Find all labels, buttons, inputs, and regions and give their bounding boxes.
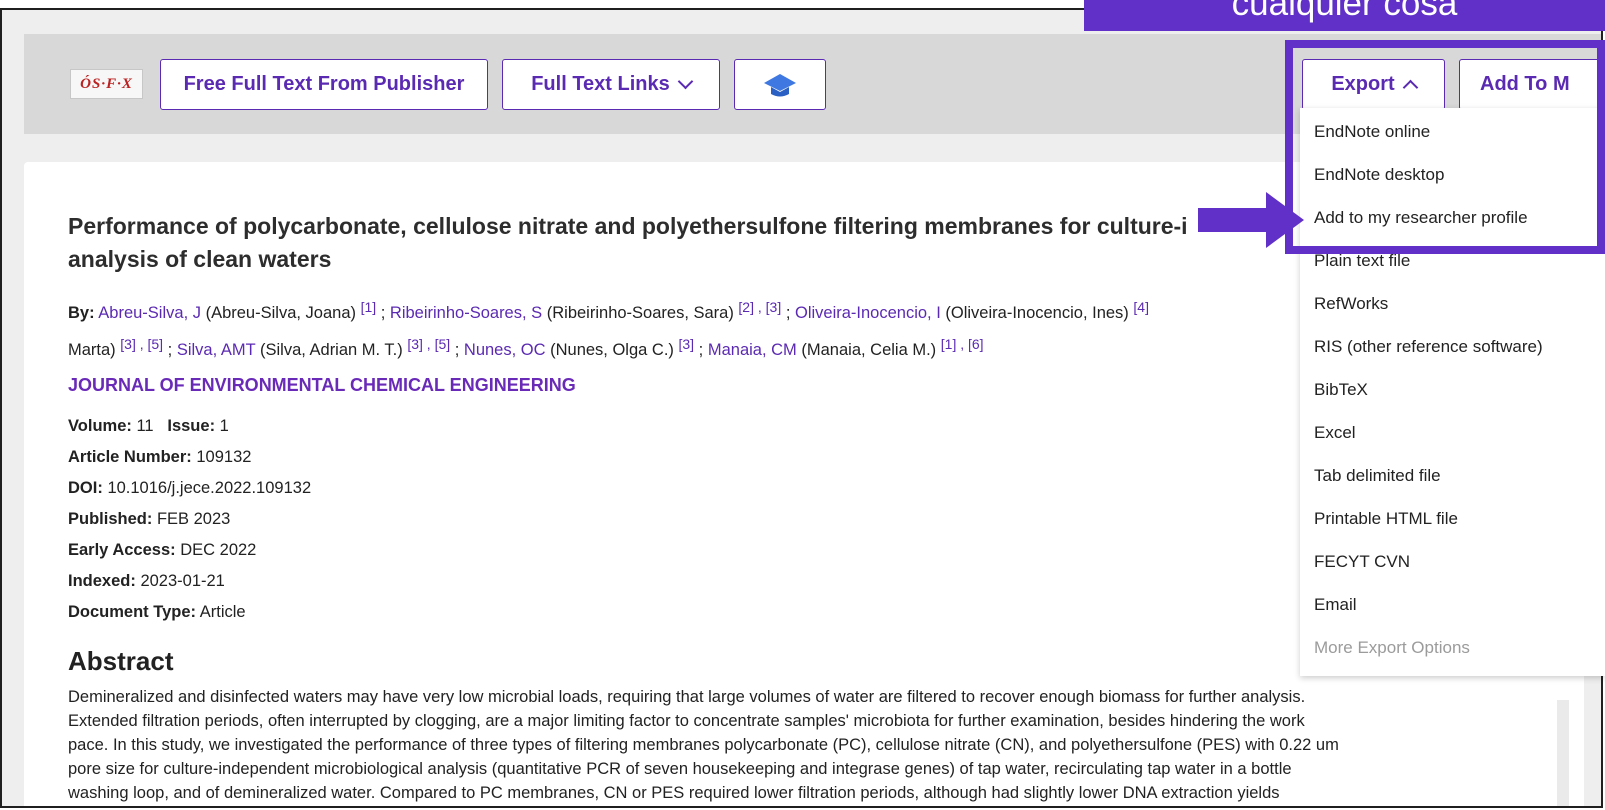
article-title-line-2: analysis of clean waters (68, 246, 332, 272)
doi-row: DOI: 10.1016/j.jece.2022.109132 (68, 473, 311, 504)
full-text-links-button[interactable]: Full Text Links (502, 59, 720, 110)
metadata-list: Volume: 11 Issue: 1 Article Number: 1091… (68, 411, 311, 628)
author-affiliation-refs[interactable]: [4] (1133, 299, 1149, 315)
document-type-row: Document Type: Article (68, 597, 311, 628)
published-row: Published: FEB 2023 (68, 504, 311, 535)
chevron-down-icon (677, 73, 694, 90)
annotation-caption-text: cualquier cosa (1231, 0, 1458, 23)
author-fullname: (Oliveira-Inocencio, Ines) (940, 304, 1134, 322)
indexed-value: 2023-01-21 (140, 572, 225, 590)
author-fullname: (Manaia, Celia M.) (796, 341, 941, 359)
mortarboard-icon (764, 73, 796, 96)
authors-line-1: By: Abreu-Silva, J (Abreu-Silva, Joana) … (68, 292, 1298, 329)
published-label: Published: (68, 510, 153, 528)
indexed-row: Indexed: 2023-01-21 (68, 566, 311, 597)
export-option-fecyt-cvn[interactable]: FECYT CVN (1314, 552, 1410, 572)
author-link[interactable]: Abreu-Silva, J (98, 304, 201, 322)
author-sep: ; (781, 304, 795, 322)
doi-value: 10.1016/j.jece.2022.109132 (107, 479, 312, 497)
author-link[interactable]: Silva, AMT (177, 341, 256, 359)
early-access-value: DEC 2022 (180, 541, 257, 559)
sfx-logo-button[interactable]: ÓS·F·X (70, 69, 143, 99)
doi-label: DOI: (68, 479, 103, 497)
article-number-row: Article Number: 109132 (68, 442, 311, 473)
author-affiliation-refs[interactable]: [3] , [5] (120, 336, 163, 352)
abstract-line: Extended filtration periods, often inter… (68, 712, 1305, 730)
abstract-line: washing loop, and of demineralized water… (68, 784, 1280, 802)
free-full-text-button[interactable]: Free Full Text From Publisher (160, 59, 488, 110)
author-affiliation-refs[interactable]: [3] (679, 336, 695, 352)
volume-label: Volume: (68, 417, 132, 435)
export-dropdown-menu: EndNote online EndNote desktop Add to my… (1300, 108, 1605, 676)
authors-line-2: Marta) [3] , [5] ; Silva, AMT (Silva, Ad… (68, 336, 984, 359)
export-option-refworks[interactable]: RefWorks (1314, 294, 1388, 314)
early-access-row: Early Access: DEC 2022 (68, 535, 311, 566)
article-title-line-1: Performance of polycarbonate, cellulose … (68, 213, 1188, 239)
author-fullname: (Nunes, Olga C.) (545, 341, 679, 359)
volume-issue-row: Volume: 11 Issue: 1 (68, 411, 311, 442)
export-option-plain-text[interactable]: Plain text file (1314, 251, 1410, 271)
author-fullname: Marta) (68, 341, 121, 359)
author-sep: ; (694, 341, 708, 359)
abstract-line: Demineralized and disinfected waters may… (68, 688, 1306, 706)
abstract-line: pore size for culture-independent microb… (68, 760, 1292, 778)
export-option-email[interactable]: Email (1314, 595, 1357, 615)
author-link[interactable]: Oliveira-Inocencio, I (795, 304, 941, 322)
export-option-researcher-profile[interactable]: Add to my researcher profile (1314, 208, 1528, 228)
add-to-my-list-label: Add To M (1480, 73, 1570, 95)
export-option-tab-delimited[interactable]: Tab delimited file (1314, 466, 1441, 486)
article-number-value: 109132 (196, 448, 252, 466)
published-value: FEB 2023 (156, 510, 231, 528)
article-title: Performance of polycarbonate, cellulose … (68, 210, 1238, 276)
page-scrollbar[interactable] (1557, 700, 1569, 806)
document-type-value: Article (199, 603, 246, 621)
export-option-printable-html[interactable]: Printable HTML file (1314, 509, 1458, 529)
author-fullname: (Silva, Adrian M. T.) (255, 341, 408, 359)
volume-value: 11 (136, 417, 154, 435)
authors-block: By: Abreu-Silva, J (Abreu-Silva, Joana) … (68, 292, 1298, 366)
export-option-ris[interactable]: RIS (other reference software) (1314, 337, 1543, 357)
export-option-excel[interactable]: Excel (1314, 423, 1356, 443)
annotation-caption: cualquier cosa (1084, 0, 1605, 31)
abstract-text: Demineralized and disinfected waters may… (68, 685, 1518, 805)
author-link[interactable]: Ribeirinho-Soares, S (390, 304, 542, 322)
author-affiliation-refs[interactable]: [1] , [6] (941, 336, 984, 352)
article-number-label: Article Number: (68, 448, 192, 466)
export-option-endnote-desktop[interactable]: EndNote desktop (1314, 165, 1444, 185)
export-option-bibtex[interactable]: BibTeX (1314, 380, 1368, 400)
author-sep: ; (450, 341, 464, 359)
abstract-heading: Abstract (68, 646, 174, 676)
export-option-endnote-online[interactable]: EndNote online (1314, 122, 1430, 142)
by-label: By: (68, 304, 95, 322)
author-link[interactable]: Nunes, OC (464, 341, 546, 359)
free-full-text-label: Free Full Text From Publisher (183, 73, 465, 95)
author-link[interactable]: Manaia, CM (708, 341, 797, 359)
annotation-arrow-icon (1198, 192, 1304, 248)
author-fullname: (Ribeirinho-Soares, Sara) (542, 304, 739, 322)
chevron-up-icon (1402, 79, 1418, 96)
issue-value: 1 (219, 417, 229, 435)
document-type-label: Document Type: (68, 603, 197, 621)
issue-label: Issue: (167, 417, 216, 435)
add-to-my-list-button[interactable]: Add To M (1459, 59, 1601, 110)
export-label: Export (1331, 73, 1395, 95)
sfx-logo-text: ÓS·F·X (80, 75, 133, 92)
author-fullname: (Abreu-Silva, Joana) (201, 304, 361, 322)
author-affiliation-refs[interactable]: [1] (361, 299, 377, 315)
author-sep: ; (376, 304, 390, 322)
indexed-label: Indexed: (68, 572, 136, 590)
journal-link[interactable]: JOURNAL OF ENVIRONMENTAL CHEMICAL ENGINE… (68, 375, 576, 396)
early-access-label: Early Access: (68, 541, 176, 559)
abstract-line: pace. In this study, we investigated the… (68, 736, 1339, 754)
export-option-more[interactable]: More Export Options (1314, 638, 1470, 658)
export-button[interactable]: Export (1302, 59, 1445, 110)
full-text-links-label: Full Text Links (531, 73, 670, 95)
author-affiliation-refs[interactable]: [3] , [5] (407, 336, 450, 352)
mortarboard-button[interactable] (734, 59, 826, 110)
author-affiliation-refs[interactable]: [2] , [3] (738, 299, 781, 315)
